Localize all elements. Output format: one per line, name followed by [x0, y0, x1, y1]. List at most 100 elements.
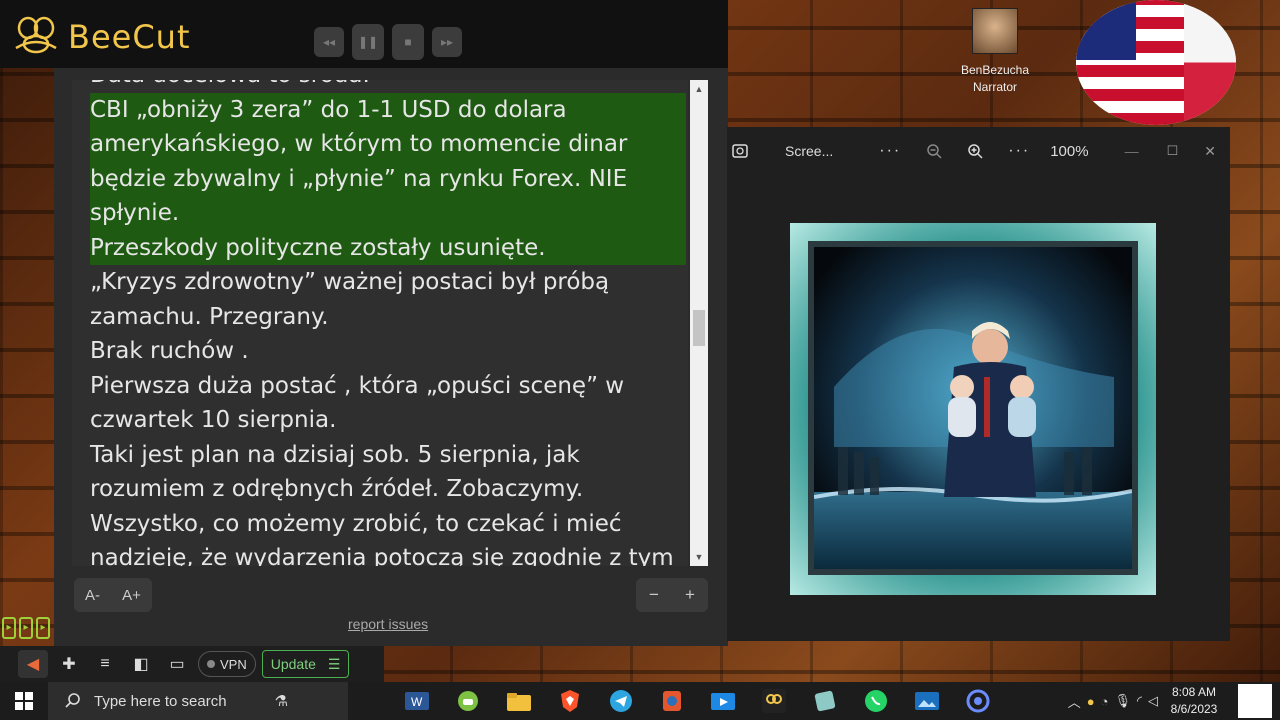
scroll-up-arrow-icon[interactable]: ▲	[690, 80, 708, 98]
chevron-up-icon[interactable]: ︿	[1068, 692, 1081, 711]
fast-forward-button[interactable]: ▸▸	[432, 27, 462, 57]
font-increase-button[interactable]: A+	[122, 587, 141, 604]
text-line-highlighted: amerykańskiego, w którym to momencie din…	[90, 127, 686, 162]
svg-text:W: W	[411, 695, 423, 709]
text-line: Taki jest plan na dzisiaj sob. 5 sierpni…	[90, 441, 580, 468]
text-line-highlighted: spłynie.	[90, 196, 686, 231]
vpn-label: VPN	[220, 656, 247, 672]
scroll-down-arrow-icon[interactable]: ▼	[690, 548, 708, 566]
zoom-out-button[interactable]: −	[649, 585, 659, 605]
report-issues-link[interactable]: report issues	[348, 616, 428, 632]
photo-frame	[790, 223, 1156, 595]
scroll-thumb[interactable]	[693, 310, 705, 346]
bee-logo-icon	[15, 16, 57, 54]
microphone-icon[interactable]: 🎙	[1114, 693, 1131, 709]
text-line: Pierwsza duża postać , która „opuści sce…	[90, 372, 625, 399]
clock-date: 8/6/2023	[1170, 702, 1218, 716]
search-icon	[65, 693, 80, 708]
text-line: zamachu. Przegrany.	[90, 303, 329, 330]
narrator-avatar	[972, 8, 1018, 54]
minimize-icon[interactable]: —	[1125, 143, 1139, 159]
android-app-icon[interactable]	[451, 684, 485, 718]
text-line: czwartek 10 sierpnia.	[90, 407, 337, 433]
taskbar-search-box[interactable]: Type here to search ⚗	[48, 682, 348, 720]
beecut-header: BeeCut ◂◂ ❚❚ ■ ▸▸	[0, 0, 728, 68]
telegram-icon[interactable]	[604, 684, 638, 718]
playlist-icon[interactable]: ≡	[90, 650, 120, 678]
vpn-button[interactable]: VPN	[198, 651, 256, 677]
displayed-photo	[808, 241, 1138, 575]
photos-app-icon[interactable]	[910, 684, 944, 718]
zoom-in-button[interactable]: +	[685, 585, 695, 605]
app-name: BeeCut	[68, 18, 191, 56]
photo-scene-image	[814, 247, 1132, 569]
narrator-label: BenBezucha Narrator	[955, 62, 1035, 96]
video-editor-icon[interactable]	[706, 684, 740, 718]
more-options-icon[interactable]: ···	[879, 142, 901, 160]
reader-text: Data docelowa to środa. CBI „obniży 3 ze…	[90, 80, 686, 566]
browser-toolbar: ◀ ✚ ≡ ◧ ▭ VPN Update ☰	[0, 646, 384, 682]
reader-scrollbar[interactable]: ▲ ▼	[690, 80, 708, 566]
windows-start-icon[interactable]	[0, 682, 48, 720]
text-line: „Kryzys zdrowotny” ważnej postaci był pr…	[90, 269, 610, 295]
science-flask-icon: ⚗	[274, 693, 289, 710]
taskbar-apps: W	[348, 684, 995, 718]
read-aloud-icon[interactable]: ◀	[18, 650, 48, 678]
more-options-icon[interactable]: ···	[1008, 142, 1030, 160]
reader-panel: Data docelowa to środa. CBI „obniży 3 ze…	[54, 68, 728, 646]
text-line-highlighted: CBI „obniży 3 zera” do 1-1 USD do dolara	[90, 92, 686, 127]
text-line: rozumiem z odrębnych źródeł. Zobaczymy.	[90, 476, 584, 502]
notes-app-icon[interactable]	[808, 684, 842, 718]
wallet-icon[interactable]: ▭	[162, 650, 192, 678]
photo-gallery-icon[interactable]	[729, 140, 751, 162]
highlight: CBI „obniży 3 zera” do 1-1 USD do dolara	[90, 92, 686, 127]
text-line-highlighted: będzie zbywalny i „płynie” na rynku Fore…	[90, 161, 686, 196]
speaker-icon[interactable]: ◁	[1148, 693, 1158, 709]
player-controls: ◂◂ ❚❚ ■ ▸▸	[314, 24, 462, 60]
extensions-puzzle-icon[interactable]: ✚	[54, 650, 84, 678]
photos-window: Scree... ··· ··· 100% — ☐ ✕	[727, 127, 1230, 641]
narrator-name: BenBezucha	[960, 63, 1030, 77]
highlight: amerykańskiego, w którym to momencie din…	[90, 127, 686, 162]
file-explorer-icon[interactable]	[502, 684, 536, 718]
play-mark-icon: ▸	[2, 617, 16, 639]
close-icon[interactable]: ✕	[1204, 143, 1216, 160]
text-line: Wszystko, co możemy zrobić, to czekać i …	[90, 510, 622, 537]
photo-title: Scree...	[785, 143, 834, 159]
whatsapp-icon[interactable]	[859, 684, 893, 718]
clock[interactable]: 8:08 AM 8/6/2023	[1164, 684, 1224, 718]
highlight: będzie zbywalny i „płynie” na rynku Fore…	[90, 161, 686, 196]
zoom-controls: − +	[636, 578, 708, 612]
zoom-out-icon[interactable]	[923, 140, 945, 162]
windows-taskbar: Type here to search ⚗ W ︿ ● ◔ 🎙 ◜ ◁ 8:08…	[0, 682, 1280, 720]
text-line: nadzieję, że wydarzenia potoczą się zgod…	[90, 545, 674, 566]
word-icon[interactable]: W	[400, 684, 434, 718]
menu-icon: ☰	[327, 655, 341, 672]
rewind-button[interactable]: ◂◂	[314, 27, 344, 57]
network-icon[interactable]: ◔	[1101, 694, 1109, 709]
vpn-status-icon	[207, 660, 215, 668]
notification-center-icon[interactable]	[1238, 684, 1272, 718]
font-size-controls: A- A+	[74, 578, 152, 612]
media-player-icon[interactable]	[961, 684, 995, 718]
clock-time: 8:08 AM	[1171, 685, 1217, 699]
poland-flag	[1184, 0, 1236, 125]
photos-toolbar: Scree... ··· ··· 100% — ☐ ✕	[727, 127, 1230, 175]
font-decrease-button[interactable]: A-	[85, 587, 100, 604]
beecut-taskbar-icon[interactable]	[757, 684, 791, 718]
stop-button[interactable]: ■	[392, 24, 424, 60]
us-flag-canton	[1076, 0, 1136, 60]
brave-browser-icon[interactable]	[553, 684, 587, 718]
notification-app-icon[interactable]: ●	[1087, 694, 1095, 709]
pause-button[interactable]: ❚❚	[352, 24, 384, 60]
maximize-icon[interactable]: ☐	[1167, 143, 1179, 159]
wifi-icon[interactable]: ◜	[1137, 693, 1142, 709]
highlight: Przeszkody polityczne zostały usunięte.	[90, 230, 686, 265]
zoom-in-icon[interactable]	[964, 140, 986, 162]
reader-text-area[interactable]: Data docelowa to środa. CBI „obniży 3 ze…	[72, 80, 688, 566]
highlight: spłynie.	[90, 196, 686, 231]
side-strip: ▸ ▸ ▸	[0, 610, 54, 646]
update-button[interactable]: Update ☰	[261, 650, 350, 678]
recorder-app-icon[interactable]	[655, 684, 689, 718]
sidebar-toggle-icon[interactable]: ◧	[126, 650, 156, 678]
